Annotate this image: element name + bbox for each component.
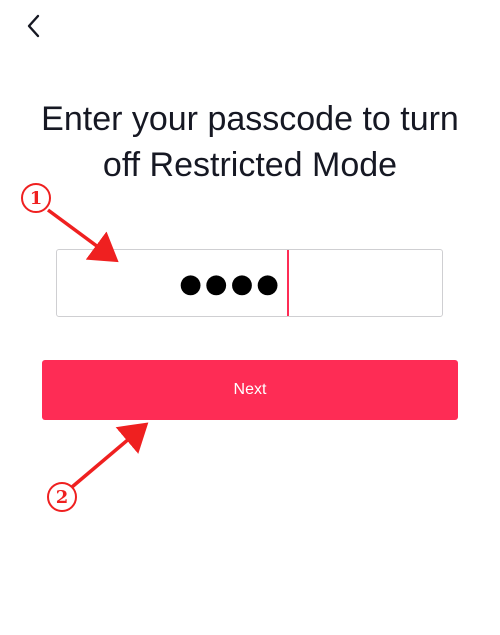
passcode-input[interactable]: ●●●●	[56, 249, 443, 317]
annotation-marker-1-label: 1	[29, 187, 43, 209]
next-button-label: Next	[233, 381, 267, 398]
back-button[interactable]	[16, 8, 52, 44]
annotation-marker-2-label: 2	[55, 486, 69, 508]
next-button[interactable]: Next	[42, 360, 458, 420]
input-caret	[287, 250, 289, 316]
annotation-marker-1: 1	[21, 183, 51, 213]
page-title: Enter your passcode to turn off Restrict…	[0, 96, 500, 188]
annotation-arrow-2	[70, 422, 149, 489]
passcode-masked-value: ●●●●	[179, 269, 282, 299]
title-line-2: off Restricted Mode	[102, 146, 398, 184]
annotation-marker-2: 2	[47, 482, 77, 512]
chevron-left-icon	[27, 14, 40, 38]
title-line-1: Enter your passcode to turn	[41, 100, 459, 138]
